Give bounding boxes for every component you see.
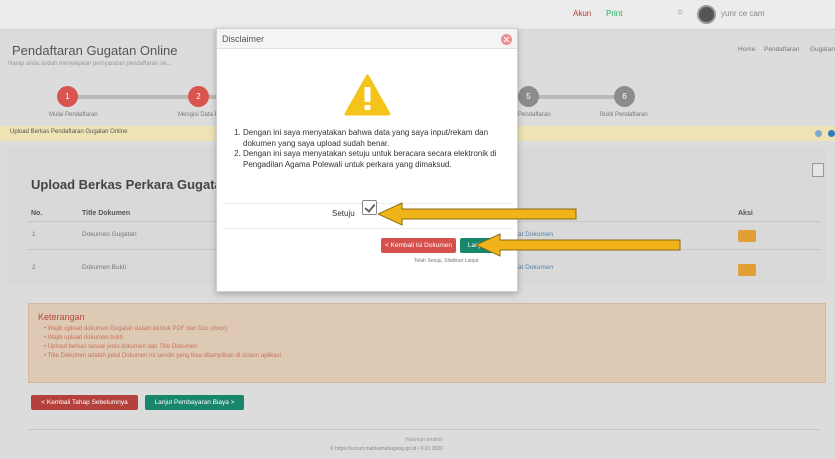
modal-header: Disclaimer	[217, 29, 517, 49]
page-title: Pendaftaran Gugatan Online	[12, 43, 178, 58]
back-to-documents-button[interactable]: < Kembali Isi Dokumen	[381, 238, 456, 253]
bell-icon[interactable]: ○	[677, 7, 683, 18]
avatar[interactable]	[697, 5, 716, 24]
back-step-button[interactable]: < Kembali Tahap Sebelumnya	[31, 395, 138, 410]
keterangan-item: • Upload berkas sesuai jenis dokumen dan…	[44, 344, 198, 350]
modal-title: Disclaimer	[222, 34, 265, 44]
row-2-action-button[interactable]	[738, 264, 756, 276]
annotation-arrow-icon	[476, 233, 681, 257]
keterangan-item: • Wajib upload dokumen bukti	[44, 335, 123, 341]
col-header-no: No.	[31, 210, 43, 217]
help-link[interactable]: Akun	[573, 9, 591, 18]
row-2-status[interactable]: at Dokumen	[518, 264, 553, 271]
agree-label: Setuju	[332, 209, 355, 218]
info-dot-icon-2[interactable]	[828, 130, 835, 137]
disclaimer-terms: Dengan ini saya menyatakan bahwa data ya…	[223, 128, 511, 170]
term-item: Dengan ini saya menyatakan setuju untuk …	[243, 149, 511, 170]
warning-icon	[344, 74, 391, 116]
step-2-dot: 2	[188, 86, 209, 107]
top-bar: Akun Print ○ yunr ce cam	[0, 0, 835, 30]
step-1-label: Mulai Pendaftaran	[49, 112, 98, 118]
term-item: Dengan ini saya menyatakan bahwa data ya…	[243, 128, 511, 149]
keterangan-title: Keterangan	[38, 312, 85, 322]
row-1-title: Dokumen Gugatan	[82, 231, 137, 238]
notice-text: Upload Berkas Pendaftaran Gugatan Online	[10, 129, 128, 135]
keterangan-item: • Wajib upload dokumen Gugatan dalam ben…	[44, 326, 227, 332]
annotation-arrow-icon	[378, 202, 577, 226]
step-5-dot: 5	[518, 86, 539, 107]
expand-icon[interactable]	[812, 163, 824, 177]
footer-text: Halaman terakhir	[405, 437, 444, 443]
close-icon[interactable]	[501, 34, 512, 45]
step-6-dot: 6	[614, 86, 635, 107]
row-2-no: 2	[32, 264, 36, 271]
step-1-dot: 1	[57, 86, 78, 107]
disclaimer-modal: Disclaimer Dengan ini saya menyatakan ba…	[216, 28, 518, 292]
divider	[223, 228, 513, 229]
col-header-title: Title Dokumen	[82, 210, 131, 217]
breadcrumb-home[interactable]: Home	[738, 46, 755, 53]
keterangan-item: • Title Dokumen adalah judul Dokumen ini…	[44, 353, 281, 359]
card-title: Upload Berkas Perkara Gugatan	[31, 177, 230, 192]
agree-checkbox[interactable]	[362, 200, 377, 215]
breadcrumb-pendaftaran[interactable]: Pendaftaran	[764, 46, 799, 53]
breadcrumb-gugatan[interactable]: Gugatan	[810, 46, 835, 53]
col-header-aksi: Aksi	[738, 210, 753, 217]
keterangan-box	[28, 303, 826, 383]
info-dot-icon[interactable]	[815, 130, 822, 137]
step-5-label: Pendaftaran	[518, 112, 551, 118]
step-6-label: Bukti Pendaftaran	[600, 112, 648, 118]
footer-copyright: © https://ecourt.mahkamahagung.go.id • 0…	[330, 446, 444, 452]
next-payment-button[interactable]: Lanjut Pembayaran Biaya >	[145, 395, 244, 410]
row-2-title: Dokumen Bukti	[82, 264, 127, 271]
continue-hint: Telah Setuju, Silahkan Lanjut	[414, 258, 479, 264]
footer-divider	[28, 429, 820, 430]
row-1-action-button[interactable]	[738, 230, 756, 242]
user-name[interactable]: yunr ce cam	[721, 9, 765, 18]
page-subtitle: Harap anda sudah menyiapkan persyaratan …	[8, 61, 172, 67]
row-1-no: 1	[32, 231, 36, 238]
print-link[interactable]: Print	[606, 9, 622, 18]
